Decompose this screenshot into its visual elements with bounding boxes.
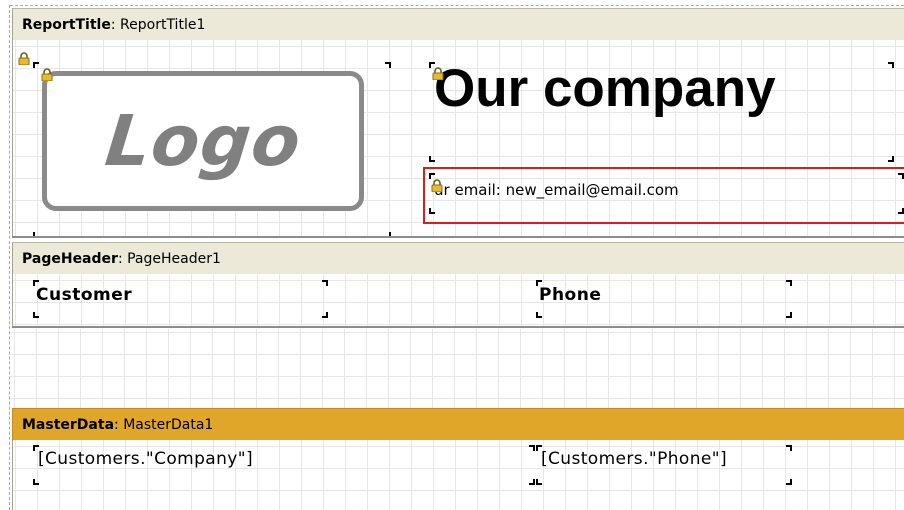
company-data-text: [Customers."Company"] — [38, 449, 254, 469]
selection-corner — [786, 445, 792, 451]
band-name: PageHeader1 — [127, 250, 221, 267]
selection-corner — [786, 479, 792, 485]
selection-corner — [786, 280, 792, 286]
report-designer-canvas: ReportTitle: ReportTitle1 Logo Our compa… — [0, 0, 904, 510]
selection-corner — [529, 479, 535, 485]
band-name: ReportTitle1 — [120, 16, 206, 33]
master-data-band-header[interactable]: MasterData: MasterData1 — [12, 408, 904, 440]
selection-corner — [898, 208, 904, 214]
selection-corner — [429, 208, 435, 214]
page-header-band-header[interactable]: PageHeader: PageHeader1 — [12, 242, 904, 274]
selection-corner — [385, 62, 391, 68]
customer-header-object[interactable]: Customer — [33, 280, 328, 318]
report-title-band-header[interactable]: ReportTitle: ReportTitle1 — [12, 8, 904, 40]
email-text: ur email: new_email@email.com — [434, 181, 679, 199]
phone-data-field[interactable]: [Customers."Phone"] — [536, 445, 792, 485]
lock-icon — [41, 68, 53, 81]
band-type-label: ReportTitle — [22, 16, 111, 33]
selection-corner — [429, 156, 435, 162]
band-name-separator: : — [114, 416, 124, 433]
selection-corner — [322, 312, 328, 318]
selection-corner — [536, 312, 542, 318]
company-data-field[interactable]: [Customers."Company"] — [33, 445, 535, 485]
selection-corner — [536, 479, 542, 485]
email-text-object[interactable]: ur email: new_email@email.com — [423, 167, 904, 224]
band-name-separator: : — [110, 16, 121, 33]
logo-text: Logo — [101, 100, 305, 182]
page-top-margin-line — [10, 5, 904, 6]
page-background-grid — [10, 329, 904, 408]
selection-corner — [33, 479, 39, 485]
selection-corner — [33, 62, 39, 68]
selection-corner — [888, 156, 894, 162]
selection-corner — [33, 312, 39, 318]
selection-corner — [786, 312, 792, 318]
company-name-text: Our company — [434, 59, 776, 118]
page-header-band[interactable]: Customer Phone — [12, 274, 904, 326]
master-data-band[interactable]: [Customers."Company"] [Customers."Phone"… — [12, 440, 904, 510]
selection-corner — [898, 173, 904, 179]
lock-icon — [18, 52, 30, 65]
band-separator — [12, 326, 904, 328]
phone-data-text: [Customers."Phone"] — [541, 449, 728, 469]
page-left-margin-line — [9, 5, 10, 510]
phone-header-text: Phone — [539, 285, 602, 305]
band-type-label: MasterData — [22, 416, 115, 433]
phone-header-object[interactable]: Phone — [536, 280, 792, 318]
band-name-separator: : — [117, 250, 128, 267]
customer-header-text: Customer — [36, 285, 133, 305]
selection-corner — [322, 280, 328, 286]
selection-corner — [529, 445, 535, 451]
report-title-band[interactable]: Logo Our company ur email: new_email@ema… — [12, 40, 904, 238]
band-name: MasterData1 — [123, 416, 214, 433]
lock-icon — [431, 179, 443, 192]
lock-icon — [432, 67, 444, 80]
band-type-label: PageHeader — [22, 250, 118, 267]
band-separator — [12, 236, 904, 238]
company-name-object[interactable]: Our company — [429, 62, 894, 162]
logo-image: Logo — [42, 71, 364, 211]
logo-picture-object[interactable]: Logo — [33, 62, 391, 238]
selection-corner — [888, 62, 894, 68]
